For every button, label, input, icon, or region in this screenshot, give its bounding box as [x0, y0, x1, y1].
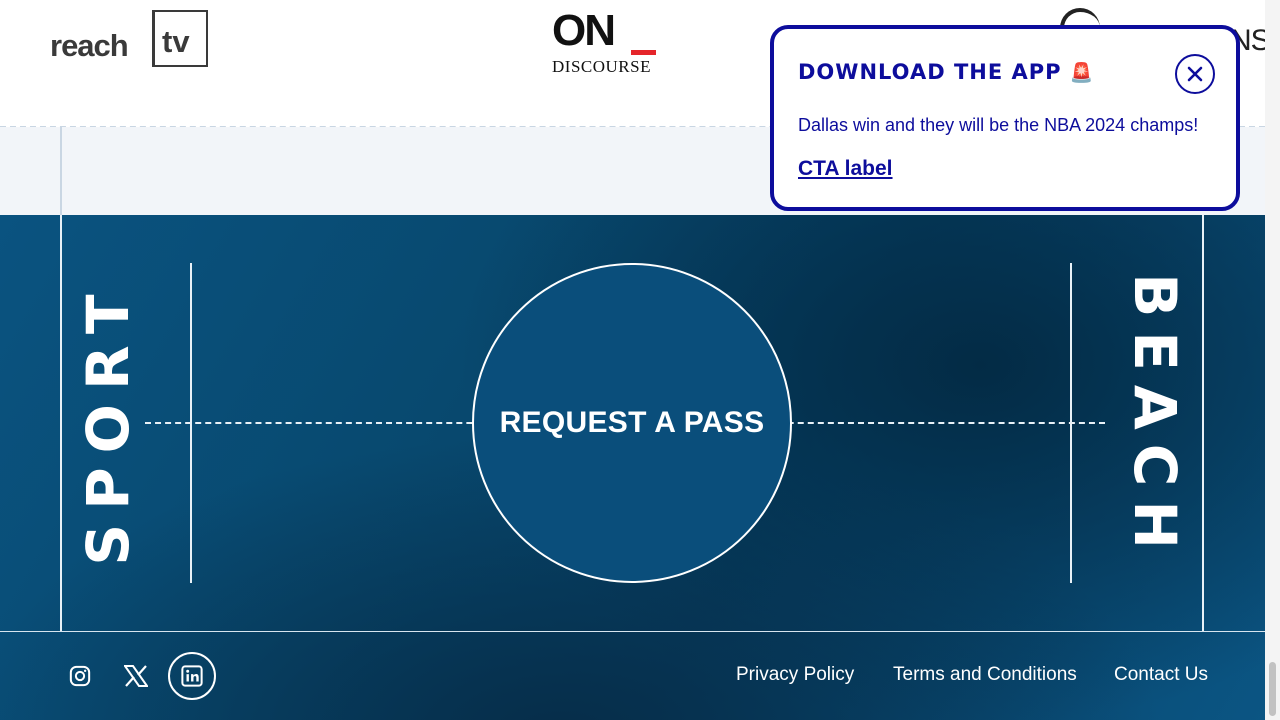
court-boundary-line-top — [60, 127, 62, 215]
popup-close-button[interactable] — [1175, 54, 1215, 94]
close-icon — [1187, 66, 1203, 82]
x-link[interactable] — [116, 652, 156, 700]
instagram-link[interactable] — [60, 652, 100, 700]
discourse-logo-word: DISCOURSE — [552, 57, 651, 76]
reach-logo-word: reach — [50, 28, 129, 63]
court-section: SPORT BEACH REQUEST A PASS Privacy Polic… — [0, 215, 1265, 720]
popup-title-text: DOWNLOAD THE APP — [798, 60, 1062, 84]
popup-message: Dallas win and they will be the NBA 2024… — [798, 115, 1199, 135]
instagram-icon — [69, 665, 91, 687]
footer-divider — [0, 631, 1265, 632]
request-pass-button[interactable]: REQUEST A PASS — [472, 263, 792, 583]
download-app-popup: DOWNLOAD THE APP 🚨 Dallas win and they w… — [770, 25, 1240, 211]
request-pass-label: REQUEST A PASS — [499, 406, 765, 439]
on-logo-word: ON — [552, 6, 616, 55]
popup-title: DOWNLOAD THE APP 🚨 — [798, 60, 1095, 84]
scrollbar-thumb[interactable] — [1269, 662, 1276, 716]
privacy-policy-link[interactable]: Privacy Policy — [736, 664, 854, 686]
siren-icon: 🚨 — [1069, 62, 1095, 84]
popup-cta-link[interactable]: CTA label — [798, 157, 893, 181]
x-icon — [124, 665, 148, 687]
tv-logo-word: tv — [162, 24, 190, 59]
on-logo-underscore — [631, 50, 656, 55]
court-left-boundary — [60, 215, 62, 631]
sport-word: SPORT — [74, 280, 142, 566]
contact-us-link[interactable]: Contact Us — [1114, 664, 1208, 686]
scrollbar-track[interactable] — [1265, 0, 1280, 720]
linkedin-link[interactable] — [168, 652, 216, 700]
court-right-boundary — [1202, 215, 1204, 631]
terms-link[interactable]: Terms and Conditions — [893, 664, 1077, 686]
linkedin-icon — [181, 665, 203, 687]
beach-word: BEACH — [1121, 273, 1189, 563]
